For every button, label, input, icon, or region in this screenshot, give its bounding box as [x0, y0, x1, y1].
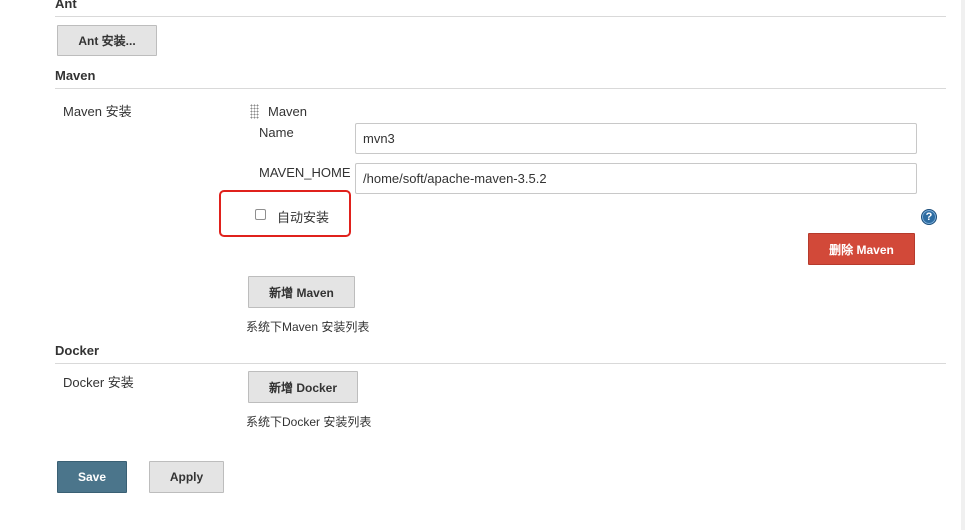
ant-install-button[interactable]: Ant 安装... [57, 25, 157, 56]
save-button[interactable]: Save [57, 461, 127, 493]
page-scrollbar[interactable] [961, 0, 965, 530]
maven-home-input[interactable] [355, 163, 917, 194]
maven-home-label: MAVEN_HOME [259, 165, 351, 180]
maven-section-divider [55, 88, 946, 89]
maven-name-input[interactable] [355, 123, 917, 154]
apply-button[interactable]: Apply [149, 461, 224, 493]
maven-install-row-label: Maven 安装 [63, 104, 132, 119]
auto-install-label[interactable]: 自动安装 [277, 207, 329, 226]
maven-installer-title: Maven [268, 104, 308, 119]
docker-section-title: Docker [55, 343, 100, 358]
docker-section-divider [55, 363, 946, 364]
maven-section-title: Maven [55, 68, 96, 83]
maven-install-hint: 系统下Maven 安装列表 [246, 320, 370, 334]
help-icon[interactable]: ? [921, 209, 937, 225]
drag-handle-icon[interactable] [250, 104, 259, 119]
docker-install-row-label: Docker 安装 [63, 375, 134, 390]
add-maven-button[interactable]: 新增 Maven [248, 276, 355, 308]
maven-name-label: Name [259, 125, 294, 140]
delete-maven-button[interactable]: 删除 Maven [808, 233, 915, 265]
auto-install-checkbox[interactable] [255, 209, 266, 220]
ant-section-title: Ant [55, 0, 77, 11]
ant-section-divider [55, 16, 946, 17]
add-docker-button[interactable]: 新增 Docker [248, 371, 358, 403]
docker-install-hint: 系统下Docker 安装列表 [246, 415, 372, 429]
